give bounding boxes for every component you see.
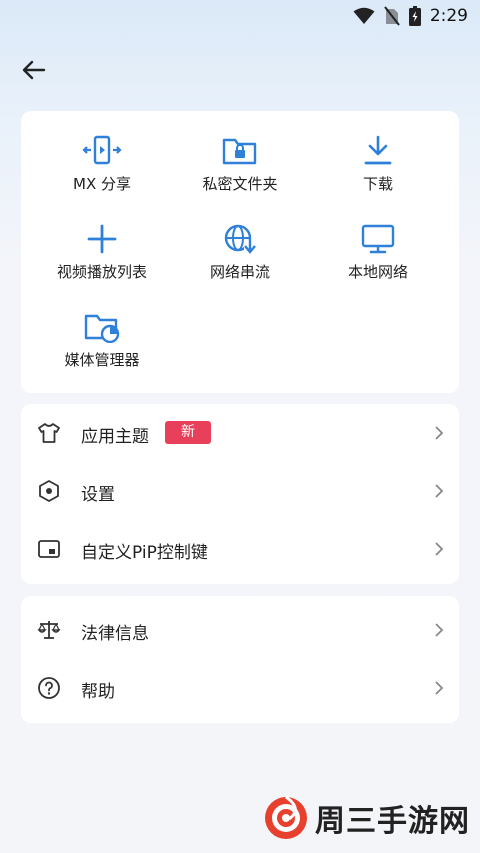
watermark: 周三手游网: [263, 795, 470, 841]
media-folder-icon: [84, 314, 120, 343]
new-badge: 新: [165, 421, 211, 444]
menu-item-settings[interactable]: 设置: [21, 462, 459, 520]
features-card: MX 分享 私密文件夹 下载 视频播放列表 网络串流 本地网络 媒体管理器: [21, 111, 459, 393]
tile-video-playlist[interactable]: 视频播放列表: [29, 223, 175, 282]
watermark-text: 周三手游网: [315, 804, 470, 839]
info-menu-card: 法律信息 帮助: [21, 596, 459, 723]
scale-icon: [37, 621, 61, 639]
tile-label: 网络串流: [209, 263, 270, 281]
chevron-right-icon: [435, 426, 444, 440]
tile-label: 视频播放列表: [56, 263, 147, 281]
menu-item-label: 应用主题: [81, 427, 149, 447]
private-folder-icon: [222, 138, 257, 165]
download-icon: [364, 135, 392, 165]
tile-mx-share[interactable]: MX 分享: [29, 135, 175, 194]
menu-item-label: 设置: [81, 485, 115, 505]
back-arrow-icon[interactable]: [20, 56, 48, 84]
menu-item-label: 自定义PiP控制键: [81, 543, 208, 563]
chevron-right-icon: [435, 542, 444, 556]
mx-share-icon: [82, 135, 122, 165]
menu-item-label: 法律信息: [81, 624, 149, 644]
help-icon: [38, 677, 60, 699]
monitor-icon: [361, 224, 395, 254]
menu-item-label: 帮助: [81, 682, 115, 702]
tile-label: 下载: [362, 175, 393, 193]
tile-label: 私密文件夹: [202, 175, 278, 193]
chevron-right-icon: [435, 623, 444, 637]
status-bar: 2:29: [0, 0, 480, 32]
watermark-logo-icon: [265, 795, 307, 839]
menu-item-legal[interactable]: 法律信息: [21, 601, 459, 659]
tile-network-stream[interactable]: 网络串流: [167, 223, 313, 282]
shirt-icon: [38, 423, 60, 443]
menu-item-help[interactable]: 帮助: [21, 659, 459, 717]
tile-label: 媒体管理器: [64, 351, 140, 369]
battery-charging-icon: [408, 6, 421, 26]
menu-item-pip-controls[interactable]: 自定义PiP控制键: [21, 520, 459, 578]
menu-item-app-theme[interactable]: 应用主题 新: [21, 404, 459, 462]
tile-download[interactable]: 下载: [305, 135, 451, 194]
tile-label: 本地网络: [347, 263, 408, 281]
pip-icon: [38, 540, 60, 558]
settings-menu-card: 应用主题 新 设置 自定义PiP控制键: [21, 404, 459, 584]
wifi-icon: [353, 7, 375, 24]
tile-private-folder[interactable]: 私密文件夹: [167, 135, 313, 194]
chevron-right-icon: [435, 681, 444, 695]
network-stream-icon: [224, 224, 256, 254]
tile-media-manager[interactable]: 媒体管理器: [29, 311, 175, 370]
tile-label: MX 分享: [73, 175, 131, 193]
add-icon: [87, 224, 117, 254]
status-time: 2:29: [429, 6, 468, 26]
no-sim-icon: [384, 6, 400, 26]
hexagon-settings-icon: [39, 480, 59, 502]
tile-local-network[interactable]: 本地网络: [305, 223, 451, 282]
chevron-right-icon: [435, 484, 444, 498]
